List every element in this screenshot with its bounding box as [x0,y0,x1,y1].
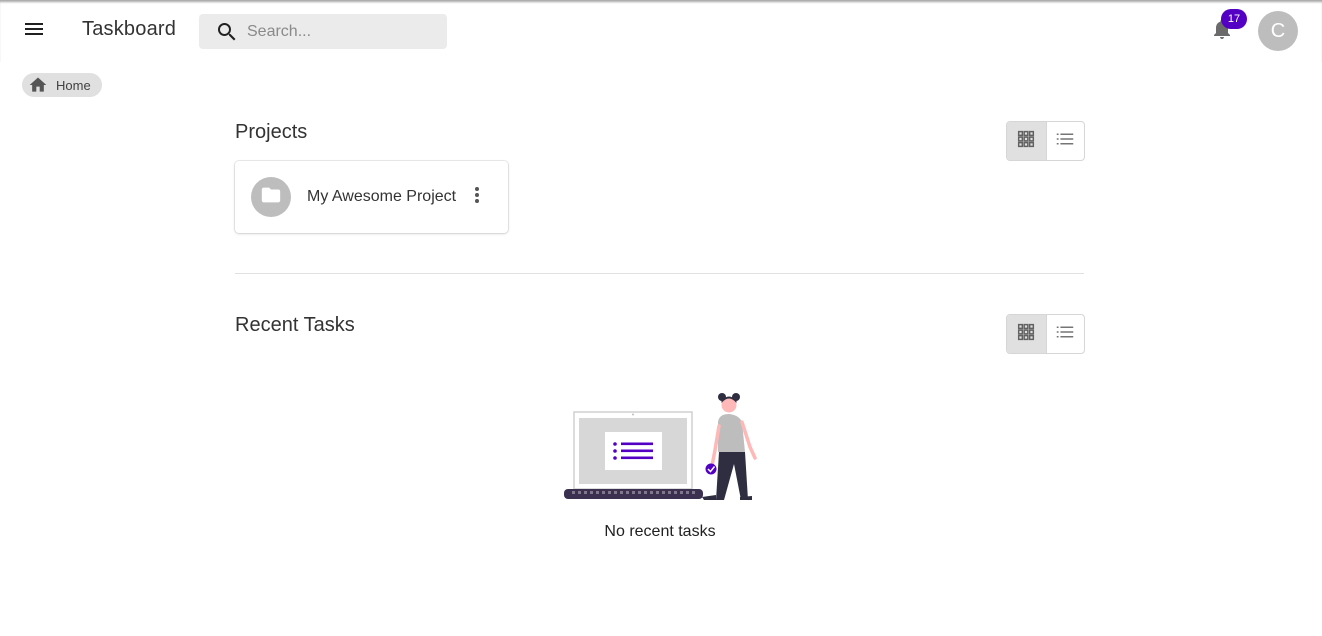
search-icon [215,20,239,44]
breadcrumb-home[interactable]: Home [22,73,102,97]
list-icon [1054,321,1076,348]
grid-icon [1015,128,1037,155]
project-more-button[interactable] [465,185,489,209]
top-app-bar: Taskboard 17 C [0,0,1322,62]
home-icon [28,75,48,95]
user-avatar[interactable]: C [1258,11,1298,51]
project-avatar [251,177,291,217]
recent-tasks-list-view-button[interactable] [1045,315,1085,353]
breadcrumb-label: Home [56,77,91,93]
recent-tasks-view-toggle [1006,314,1085,354]
recent-tasks-title: Recent Tasks [235,314,355,336]
menu-button[interactable] [14,11,54,51]
project-card[interactable]: My Awesome Project [235,161,508,233]
empty-state-illustration [562,392,758,502]
search-input[interactable] [247,22,437,41]
grid-icon [1015,321,1037,348]
empty-state-text: No recent tasks [604,523,716,540]
project-name: My Awesome Project [307,188,457,205]
section-divider [235,273,1084,274]
projects-grid-view-button[interactable] [1007,122,1046,160]
app-title: Taskboard [82,18,177,40]
recent-tasks-grid-view-button[interactable] [1007,315,1046,353]
projects-title: Projects [235,121,308,143]
more-vert-icon [465,183,489,212]
projects-list-view-button[interactable] [1045,122,1085,160]
search-bar[interactable] [199,14,447,49]
menu-icon [22,17,46,46]
notification-count-badge: 17 [1221,9,1247,29]
projects-view-toggle [1006,121,1085,161]
folder-icon [260,184,282,211]
list-icon [1054,128,1076,155]
